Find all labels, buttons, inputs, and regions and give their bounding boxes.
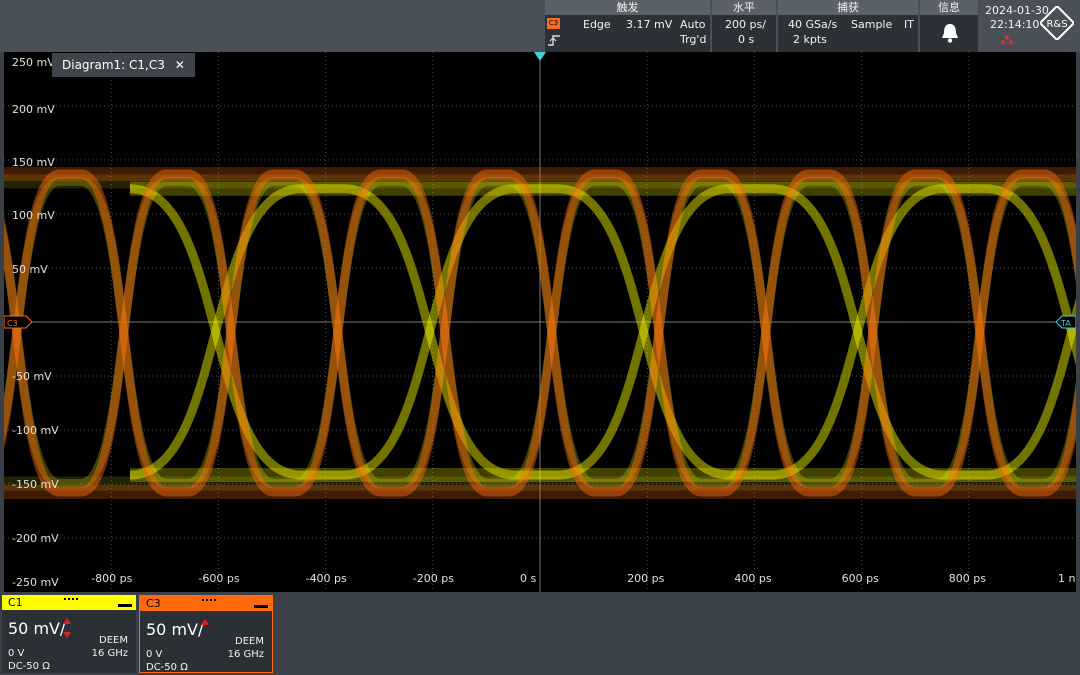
top-toolbar: 触发 C3 Edge 3.17 mV Auto Trg'd 水平 200 ps/… <box>0 0 1080 52</box>
acquisition-panel-title: 捕获 <box>778 0 918 15</box>
minimize-icon[interactable] <box>254 605 268 608</box>
horizontal-position: 0 s <box>738 33 755 46</box>
x-axis-label: -400 ps <box>306 572 347 585</box>
close-icon[interactable]: ✕ <box>175 58 185 72</box>
waveform-diagram[interactable]: 250 mV 200 mV 150 mV 100 mV 50 mV -50 mV -100 … <box>4 52 1076 592</box>
y-axis-label: 100 mV <box>12 209 55 222</box>
x-axis-label: 600 ps <box>842 572 879 585</box>
y-axis-label: -250 mV <box>12 576 59 589</box>
trigger-level: 3.17 mV <box>626 18 673 31</box>
record-length: 2 kpts <box>793 33 827 46</box>
channel-c3-filter: DEEM <box>235 636 264 647</box>
remote-status-icon <box>1001 35 1013 45</box>
channel-c1-coupling: DC-50 Ω <box>8 661 50 672</box>
scale-arrows-icon[interactable] <box>62 617 72 639</box>
y-axis-label: -200 mV <box>12 532 59 545</box>
rising-edge-icon <box>548 35 560 46</box>
x-axis-label: 800 ps <box>949 572 986 585</box>
rs-logo: R&S <box>1040 6 1074 40</box>
trigger-position-marker <box>534 52 546 61</box>
time-display: 22:14:10 <box>990 18 1040 31</box>
x-axis-label: -600 ps <box>198 572 239 585</box>
channel-c3-coupling: DC-50 Ω <box>146 662 188 673</box>
trigger-panel-title: 触发 <box>545 0 710 15</box>
x-axis-label: 1 ns <box>1058 572 1076 585</box>
channel-c1-scale: 50 mV/ <box>8 619 66 638</box>
y-axis-label: -150 mV <box>12 478 59 491</box>
acquisition-extra: IT <box>904 18 914 31</box>
trigger-mode: Auto <box>680 18 706 31</box>
scale-arrow-icon[interactable] <box>200 618 210 640</box>
channel-c1-offset: 0 V <box>8 648 25 659</box>
y-axis-label: 200 mV <box>12 103 55 116</box>
c1-eye-trace <box>129 181 1076 482</box>
trigger-type: Edge <box>583 18 611 31</box>
trigger-channel-badge: C3 <box>547 18 560 29</box>
drag-handle-icon[interactable] <box>202 599 216 603</box>
horizontal-panel-title: 水平 <box>712 0 776 15</box>
sample-rate: 40 GSa/s <box>788 18 838 31</box>
y-axis-label: 150 mV <box>12 156 55 169</box>
channel-c3-offset: 0 V <box>146 649 163 660</box>
x-axis-label: 400 ps <box>734 572 771 585</box>
y-axis-label: 50 mV <box>12 263 48 276</box>
eye-diagram-canvas: 250 mV 200 mV 150 mV 100 mV 50 mV -50 mV -100 … <box>4 52 1076 592</box>
channel-c3-bandwidth: 16 GHz <box>227 649 264 660</box>
diagram-tab-label: Diagram1: C1,C3 <box>62 58 165 72</box>
drag-handle-icon[interactable] <box>64 598 78 602</box>
c3-offset-marker-label: C3 <box>7 319 18 328</box>
channel-c1-filter: DEEM <box>99 635 128 646</box>
channel-box-c3[interactable]: C3 50 mV/ DEEM 0 V 16 GHz DC-50 Ω <box>139 595 273 673</box>
info-panel-title: 信息 <box>920 0 978 15</box>
channel-c1-bandwidth: 16 GHz <box>91 648 128 659</box>
x-axis-label: -800 ps <box>91 572 132 585</box>
x-axis-label: 0 s <box>520 572 536 585</box>
x-axis-label: -200 ps <box>413 572 454 585</box>
channel-c3-scale: 50 mV/ <box>146 620 204 639</box>
y-axis-label: 250 mV <box>12 56 55 69</box>
y-axis-label: -100 mV <box>12 424 59 437</box>
horizontal-scale: 200 ps/ <box>725 18 766 31</box>
minimize-icon[interactable] <box>118 604 132 607</box>
diagram-tab[interactable]: Diagram1: C1,C3 ✕ <box>52 53 195 77</box>
bell-icon[interactable] <box>940 22 960 44</box>
channel-box-c1[interactable]: C1 50 mV/ DEEM 0 V 16 GHz DC-50 Ω <box>2 595 136 673</box>
x-axis-label: 200 ps <box>627 572 664 585</box>
trigger-status: Trg'd <box>680 33 707 46</box>
trigger-level-marker-label: TA <box>1060 319 1071 328</box>
acquisition-mode: Sample <box>851 18 893 31</box>
y-axis-label: -50 mV <box>12 370 52 383</box>
logo-text: R&S <box>1046 19 1067 30</box>
